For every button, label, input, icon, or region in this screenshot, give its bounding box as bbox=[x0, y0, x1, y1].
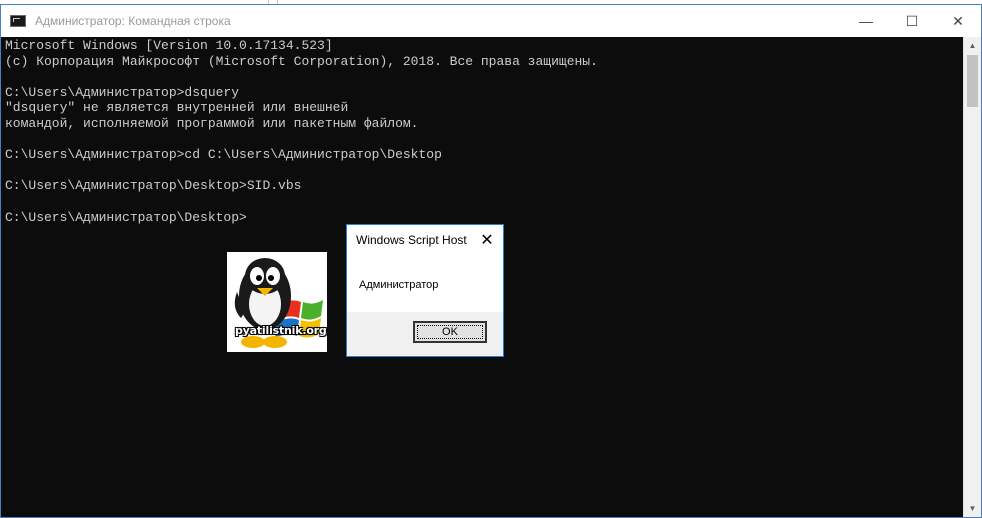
scroll-down-arrow-icon[interactable]: ▼ bbox=[964, 500, 981, 517]
dialog-message: Администратор bbox=[359, 279, 439, 291]
vertical-scrollbar[interactable]: ▲ ▼ bbox=[963, 37, 981, 517]
console-line: (c) Корпорация Майкрософт (Microsoft Cor… bbox=[5, 53, 598, 69]
console-line: C:\Users\Администратор>dsquery bbox=[5, 84, 240, 100]
dialog-title: Windows Script Host bbox=[356, 233, 467, 247]
logo-text: pyatilistnik.org bbox=[235, 324, 327, 337]
dialog-close-icon[interactable]: ✕ bbox=[479, 230, 495, 249]
pyatilistnik-logo: pyatilistnik.org bbox=[227, 252, 327, 352]
console-line: "dsquery" не является внутренней или вне… bbox=[5, 100, 349, 116]
window-controls: — ☐ ✕ bbox=[843, 5, 981, 37]
console-app-icon[interactable] bbox=[10, 15, 26, 27]
scroll-thumb[interactable] bbox=[967, 55, 978, 107]
ok-button[interactable]: OK bbox=[413, 321, 487, 343]
minimize-button[interactable]: — bbox=[843, 5, 889, 37]
wsh-message-dialog[interactable]: Windows Script Host ✕ Администратор OK bbox=[346, 224, 504, 357]
window-title: Администратор: Командная строка bbox=[35, 14, 231, 28]
console-line: C:\Users\Администратор>cd C:\Users\Админ… bbox=[5, 147, 442, 163]
console-line: Microsoft Windows [Version 10.0.17134.52… bbox=[5, 38, 333, 53]
console-line: C:\Users\Администратор\Desktop> bbox=[5, 209, 247, 225]
dialog-footer: OK bbox=[347, 312, 503, 356]
console-line: C:\Users\Администратор\Desktop>SID.vbs bbox=[5, 178, 302, 194]
console-line: командой, исполняемой программой или пак… bbox=[5, 115, 419, 131]
scroll-up-arrow-icon[interactable]: ▲ bbox=[964, 37, 981, 54]
penguin-windows-logo-icon bbox=[227, 252, 327, 352]
focus-rectangle bbox=[417, 325, 483, 339]
close-button[interactable]: ✕ bbox=[935, 5, 981, 37]
maximize-button[interactable]: ☐ bbox=[889, 5, 935, 37]
title-bar[interactable]: Администратор: Командная строка — ☐ ✕ bbox=[1, 5, 981, 37]
